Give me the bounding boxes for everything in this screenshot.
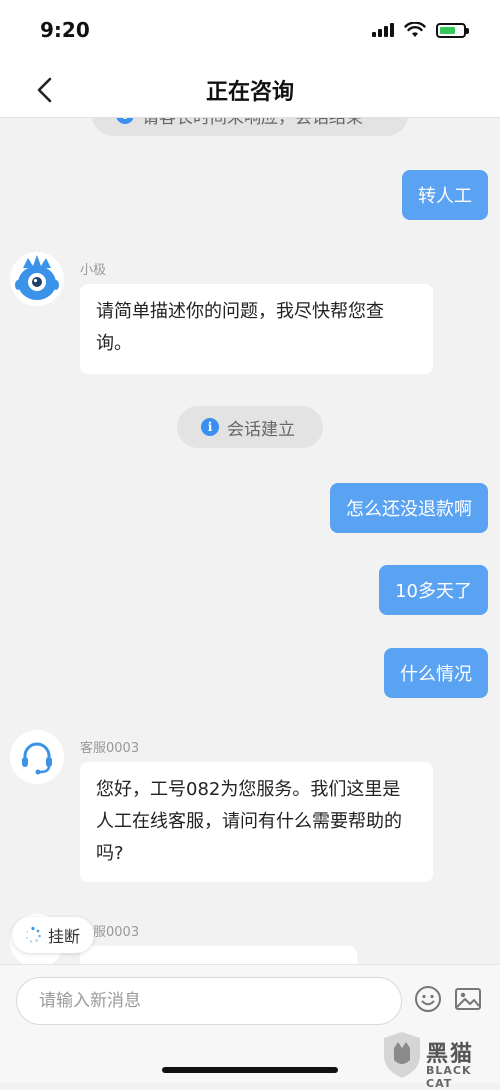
message-bubble-agent: 您好，工号082为您服务。我们这里是人工在线客服，请问有什么需要帮助的 吗? bbox=[80, 762, 433, 882]
image-icon[interactable] bbox=[454, 985, 482, 1013]
status-icons bbox=[372, 22, 469, 38]
watermark-logo: 黑猫 BLACK CAT bbox=[380, 1030, 500, 1090]
hangup-label: 挂断 bbox=[48, 927, 81, 946]
message-bubble-agent bbox=[80, 946, 357, 964]
page-title: 正在咨询 bbox=[205, 80, 294, 105]
watermark-text-en: BLACK CAT bbox=[426, 1064, 472, 1090]
sender-name: 客服0003 bbox=[80, 741, 140, 756]
info-icon: i bbox=[116, 118, 134, 124]
message-bubble-user: 转人工 bbox=[402, 170, 488, 220]
bot-mascot-icon bbox=[15, 255, 59, 300]
emoji-icon[interactable] bbox=[414, 985, 442, 1013]
message-text: 什么情况 bbox=[400, 664, 472, 685]
message-text: 您好，工号082为您服务。我们这里是人工在线客服，请问有什么需要帮助的 吗? bbox=[96, 779, 402, 864]
battery-icon bbox=[436, 22, 469, 38]
message-text: 请简单描述你的问题，我尽快帮您查询。 bbox=[96, 301, 384, 354]
wifi-icon bbox=[404, 22, 426, 37]
black-cat-shield-icon bbox=[384, 1032, 420, 1078]
signal-icon bbox=[372, 23, 394, 37]
chat-area[interactable]: i 请客长时间未响应，会话结束 转人工 小极 请简单描述你的问题，我尽快帮您查询… bbox=[0, 118, 500, 964]
message-bubble-user: 什么情况 bbox=[384, 648, 488, 698]
status-bar: 9:20 bbox=[0, 0, 500, 60]
system-notice: i 请客长时间未响应，会话结束 bbox=[92, 118, 408, 136]
message-bubble-agent: 请简单描述你的问题，我尽快帮您查询。 bbox=[80, 284, 433, 374]
message-text: 10多天了 bbox=[395, 581, 472, 602]
system-notice-text: 请客长时间未响应，会话结束 bbox=[142, 118, 363, 128]
message-bubble-user: 怎么还没退款啊 bbox=[330, 483, 488, 533]
agent-avatar bbox=[10, 730, 64, 784]
system-notice-text: 会话建立 bbox=[227, 419, 295, 440]
bot-avatar bbox=[10, 252, 64, 306]
message-bubble-user: 10多天了 bbox=[379, 565, 488, 615]
headset-icon bbox=[22, 742, 52, 775]
nav-bar: 正在咨询 bbox=[0, 60, 500, 118]
status-time: 9:20 bbox=[40, 18, 90, 42]
info-icon: i bbox=[201, 418, 219, 436]
home-indicator bbox=[162, 1067, 338, 1073]
sender-name: 小极 bbox=[80, 263, 107, 278]
spinner-icon bbox=[26, 926, 41, 943]
message-text: 转人工 bbox=[418, 186, 472, 207]
message-input[interactable] bbox=[16, 977, 402, 1025]
message-text: 怎么还没退款啊 bbox=[346, 499, 472, 520]
system-notice: i 会话建立 bbox=[177, 406, 323, 448]
hangup-button[interactable]: 挂断 bbox=[12, 917, 94, 953]
